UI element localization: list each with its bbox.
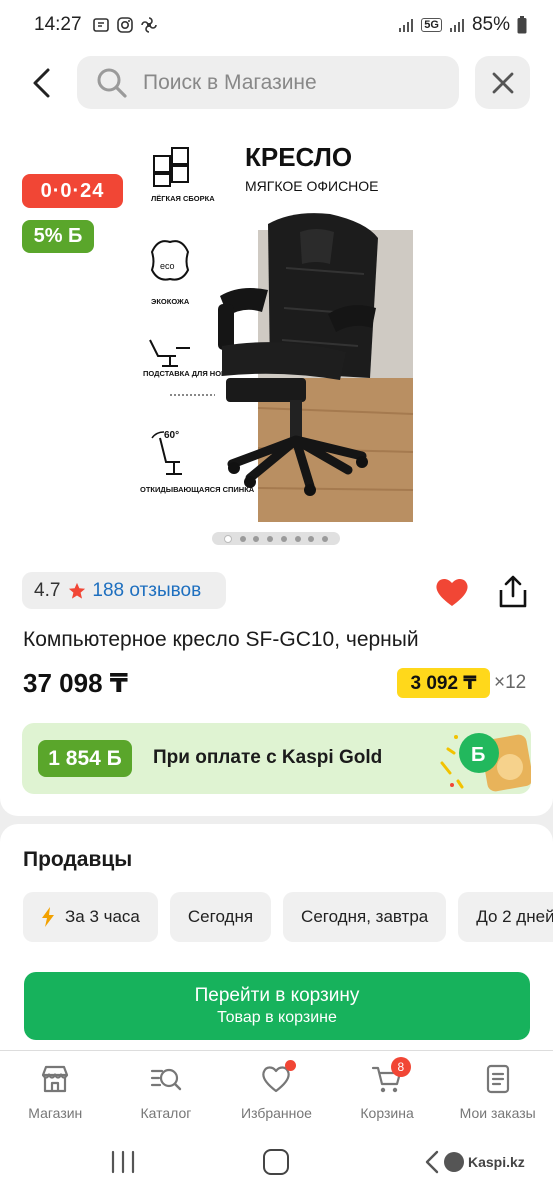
kaspi-gold-banner[interactable]: 1 854 Б При оплате с Kaspi Gold Б: [22, 723, 531, 794]
battery-percent: 85%: [471, 14, 510, 35]
reviews-count: 188 отзывов: [92, 579, 202, 601]
system-navigation-bar: Kaspi.kz: [0, 1134, 553, 1200]
feature-recline-label: ОТКИДЫВАЮЩАЯСЯ СПИНКА: [140, 485, 255, 494]
puzzle-icon: [153, 147, 189, 187]
pinwheel-icon: [140, 17, 157, 33]
nav-item-cart[interactable]: 8 Корзина: [332, 1051, 443, 1134]
nav-label: Каталог: [140, 1105, 192, 1121]
kaspi-gold-bonus: 1 854 Б: [38, 740, 132, 777]
rating-value: 4.7: [34, 579, 61, 601]
gallery-dot[interactable]: [223, 534, 232, 543]
filter-chip-label: Сегодня: [187, 907, 254, 926]
filter-chip-2-days[interactable]: До 2 дней: [458, 892, 553, 942]
filter-chip-today[interactable]: Сегодня: [169, 892, 272, 942]
cart-button-label: Перейти в корзину: [194, 985, 360, 1006]
installment-price[interactable]: 3 092 ₸: [397, 668, 490, 698]
product-gallery[interactable]: КРЕСЛО МЯГКОЕ ОФИСНОЕ ЛЁГКАЯ СБОРКА eco …: [0, 118, 553, 545]
search-input[interactable]: Поиск в Магазине: [77, 56, 459, 109]
product-card: КРЕСЛО МЯГКОЕ ОФИСНОЕ ЛЁГКАЯ СБОРКА eco …: [0, 118, 553, 816]
cart-button-sublabel: Товар в корзине: [217, 1009, 337, 1026]
status-time: 14:27: [34, 14, 82, 35]
share-icon[interactable]: [496, 574, 530, 610]
timer-badge: 0·0·24: [22, 174, 123, 208]
angle-label: 60°: [164, 430, 179, 441]
nav-item-orders[interactable]: Мои заказы: [442, 1051, 553, 1134]
kaspi-watermark: Kaspi.kz: [444, 1152, 525, 1172]
nav-item-catalog[interactable]: Каталог: [111, 1051, 222, 1134]
nav-label: Избранное: [241, 1105, 312, 1121]
back-button[interactable]: [24, 64, 58, 102]
favorite-heart-icon[interactable]: [434, 576, 470, 608]
eco-label: eco: [160, 261, 175, 271]
kaspi-logo-icon: [444, 1152, 464, 1172]
filter-chip-today-tomorrow[interactable]: Сегодня, завтра: [283, 892, 447, 942]
gallery-dot[interactable]: [280, 535, 287, 542]
kaspi-gold-text: При оплате с Kaspi Gold: [153, 747, 383, 768]
catalog-icon: [150, 1068, 182, 1091]
filter-chip-label: Сегодня, завтра: [301, 907, 429, 926]
gallery-dot[interactable]: [253, 535, 260, 542]
gallery-dot[interactable]: [294, 535, 301, 542]
close-search-button[interactable]: [475, 56, 530, 109]
orders-icon: [486, 1064, 509, 1094]
app-header: Поиск в Магазине: [0, 50, 553, 118]
filter-chip-3-hours[interactable]: За 3 часа: [23, 892, 158, 942]
product-price: 37 098 ₸: [23, 668, 128, 698]
footrest-icon: [149, 339, 190, 367]
feature-footrest-label: ПОДСТАВКА ДЛЯ НОГ: [143, 369, 226, 378]
home-button[interactable]: [263, 1149, 289, 1175]
image-subheadline: МЯГКОЕ ОФИСНОЕ: [245, 178, 379, 194]
nav-label: Мои заказы: [459, 1105, 536, 1121]
sellers-section: Продавцы За 3 часа Сегодня Сегодня, завт…: [0, 824, 553, 1056]
status-bar: 14:27 5G 85%: [0, 0, 553, 50]
wifi-signal-icon: [399, 19, 414, 32]
instagram-icon: [116, 17, 133, 33]
filter-chip-label: За 3 часа: [65, 907, 140, 926]
installment-months: ×12: [494, 672, 527, 693]
nav-label: Корзина: [360, 1105, 414, 1121]
gallery-pagination[interactable]: [212, 532, 340, 545]
kaspi-gold-card-illustration: Б: [440, 733, 531, 792]
product-title: Компьютерное кресло SF-GC10, черный: [23, 628, 419, 651]
nav-item-favorites[interactable]: Избранное: [221, 1051, 332, 1134]
feature-leather-label: ЭКОКОЖА: [151, 297, 190, 306]
watermark-text: Kaspi.kz: [468, 1154, 525, 1170]
nav-label: Магазин: [28, 1105, 83, 1121]
search-placeholder: Поиск в Магазине: [143, 70, 317, 94]
sellers-title: Продавцы: [23, 848, 133, 871]
star-icon: [69, 582, 86, 599]
cell-signal-icon: [449, 19, 464, 32]
cart-count-badge: 8: [390, 1057, 411, 1077]
store-icon: [42, 1065, 69, 1093]
filter-chip-label: До 2 дней: [476, 907, 553, 926]
svg-text:Б: Б: [471, 744, 485, 766]
network-type: 5G: [421, 18, 442, 32]
battery-icon: [517, 16, 527, 34]
gallery-dot[interactable]: [322, 535, 329, 542]
search-icon: [97, 68, 127, 98]
system-back-icon[interactable]: [424, 1150, 440, 1174]
gallery-dot[interactable]: [239, 535, 246, 542]
bottom-navigation: Магазин Каталог Избранное 8 Корзина Мои …: [0, 1050, 553, 1134]
close-icon: [492, 72, 513, 93]
recent-apps-icon[interactable]: [110, 1150, 136, 1174]
lightning-icon: [42, 907, 54, 927]
favorites-notification-dot: [285, 1060, 297, 1071]
eco-leather-icon: eco: [150, 240, 190, 281]
delivery-filter-chips: За 3 часа Сегодня Сегодня, завтра До 2 д…: [23, 892, 553, 942]
nav-item-store[interactable]: Магазин: [0, 1051, 111, 1134]
feature-assembly-label: ЛЁГКАЯ СБОРКА: [151, 194, 215, 203]
image-headline: КРЕСЛО: [245, 142, 352, 172]
rating-reviews-link[interactable]: 4.7 188 отзывов: [22, 572, 226, 609]
go-to-cart-button[interactable]: Перейти в корзину Товар в корзине: [24, 972, 530, 1040]
recline-icon: 60°: [151, 430, 182, 475]
office-chair-illustration: [218, 213, 378, 496]
chevron-left-icon: [33, 68, 50, 98]
app-notification-icon: [92, 18, 109, 32]
gallery-dot[interactable]: [267, 535, 274, 542]
gallery-dot[interactable]: [308, 535, 315, 542]
bonus-badge: 5% Б: [22, 220, 94, 253]
